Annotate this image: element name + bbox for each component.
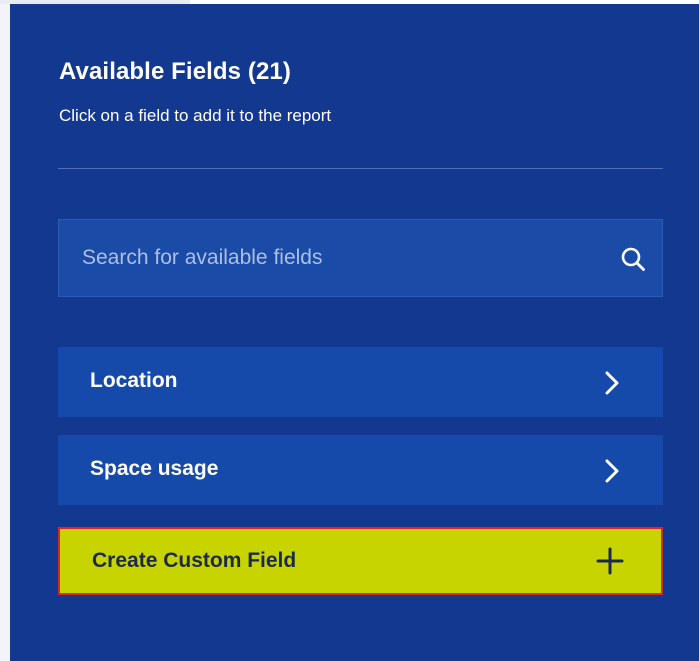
search-icon[interactable]: [620, 246, 646, 272]
available-fields-panel: Available Fields (21) Click on a field t…: [10, 4, 699, 661]
chevron-right-icon: [605, 371, 619, 395]
chevron-right-icon: [605, 459, 619, 483]
divider: [58, 168, 663, 169]
field-group-label: Location: [90, 369, 178, 392]
field-group-label: Space usage: [90, 457, 219, 480]
plus-icon: [596, 547, 624, 575]
search-input[interactable]: [82, 220, 602, 296]
field-group-space-usage[interactable]: Space usage: [58, 435, 663, 505]
panel-subtitle: Click on a field to add it to the report: [59, 106, 332, 125]
left-edge-strip: [0, 0, 10, 661]
field-group-location[interactable]: Location: [58, 347, 663, 417]
create-custom-field-label: Create Custom Field: [92, 549, 297, 572]
panel-title: Available Fields (21): [59, 58, 291, 85]
search-box: [58, 219, 663, 297]
create-custom-field-button[interactable]: Create Custom Field: [58, 527, 663, 595]
